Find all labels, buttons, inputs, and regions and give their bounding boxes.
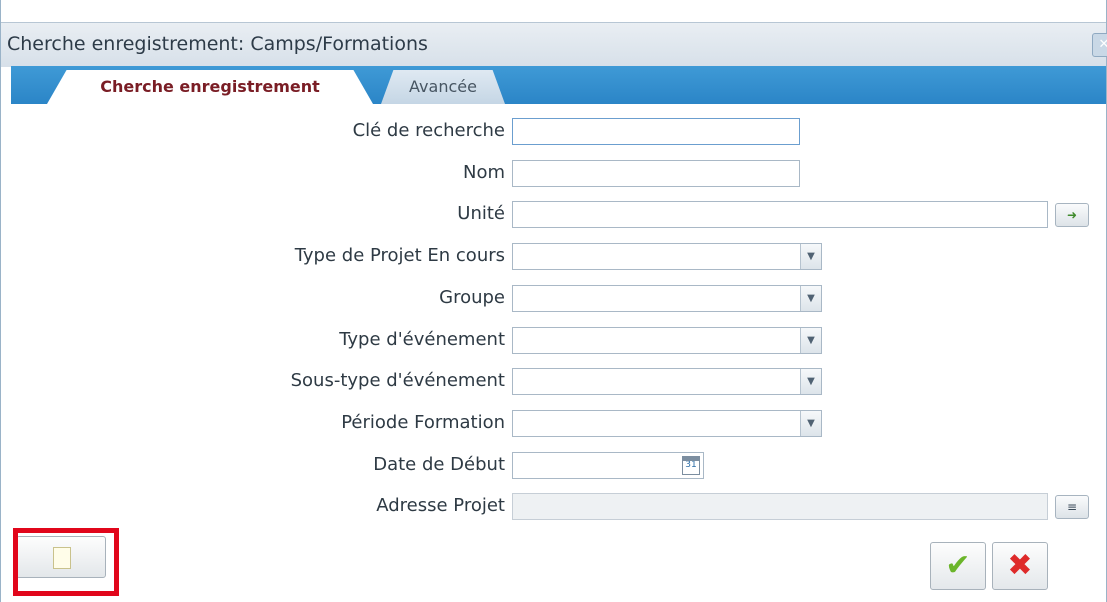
type-evenement-select[interactable]: ▼	[512, 327, 822, 354]
groupe-select[interactable]: ▼	[512, 285, 822, 312]
close-icon[interactable]: ✕	[1092, 33, 1107, 57]
ok-button[interactable]: ✔	[930, 542, 986, 590]
label-sous-type-evenement: Sous-type d'événement	[290, 370, 505, 391]
label-date-de-debut: Date de Début	[373, 454, 505, 475]
new-record-button[interactable]	[16, 536, 106, 578]
date-de-debut-input[interactable]: 31	[512, 452, 704, 479]
dialog-titlebar: Cherche enregistrement: Camps/Formations…	[1, 22, 1107, 67]
search-form: Clé de recherche Nom Unité Type de Proje…	[11, 104, 1106, 524]
tab-strip: Cherche enregistrement Avancée	[11, 66, 1106, 104]
checkmark-icon: ✔	[945, 548, 971, 583]
label-type-de-projet: Type de Projet En cours	[294, 245, 505, 266]
new-document-icon	[53, 547, 71, 569]
search-dialog: Cherche enregistrement: Camps/Formations…	[0, 0, 1107, 602]
chevron-down-icon[interactable]: ▼	[800, 328, 821, 353]
unite-lookup-button[interactable]: ➜	[1055, 203, 1089, 227]
label-type-evenement: Type d'événement	[339, 329, 505, 350]
label-column: Clé de recherche Nom Unité Type de Proje…	[11, 104, 505, 524]
cancel-button[interactable]: ✖	[992, 542, 1048, 590]
label-periode-formation: Période Formation	[341, 412, 505, 433]
chevron-down-icon[interactable]: ▼	[800, 369, 821, 394]
label-adresse-projet: Adresse Projet	[376, 495, 505, 516]
cle-de-recherche-input[interactable]	[512, 118, 800, 145]
tab-cherche-enregistrement[interactable]: Cherche enregistrement	[47, 70, 373, 104]
tab-avancee[interactable]: Avancée	[381, 70, 505, 104]
nom-input[interactable]	[512, 160, 800, 187]
type-de-projet-select[interactable]: ▼	[512, 243, 822, 270]
dialog-footer: ✔ ✖	[11, 524, 1106, 602]
sous-type-evenement-select[interactable]: ▼	[512, 368, 822, 395]
label-groupe: Groupe	[439, 287, 505, 308]
chevron-down-icon[interactable]: ▼	[800, 244, 821, 269]
chevron-down-icon[interactable]: ▼	[800, 286, 821, 311]
x-icon: ✖	[1007, 548, 1033, 583]
periode-formation-select[interactable]: ▼	[512, 410, 822, 437]
address-editor-button[interactable]: ≡	[1055, 495, 1089, 519]
calendar-icon[interactable]: 31	[682, 456, 700, 475]
label-nom: Nom	[462, 162, 505, 183]
label-cle-de-recherche: Clé de recherche	[352, 120, 505, 141]
chevron-down-icon[interactable]: ▼	[800, 411, 821, 436]
dialog-title: Cherche enregistrement: Camps/Formations	[7, 33, 428, 55]
label-unite: Unité	[457, 203, 505, 224]
unite-input[interactable]	[512, 201, 1048, 228]
adresse-projet-input	[512, 493, 1048, 520]
